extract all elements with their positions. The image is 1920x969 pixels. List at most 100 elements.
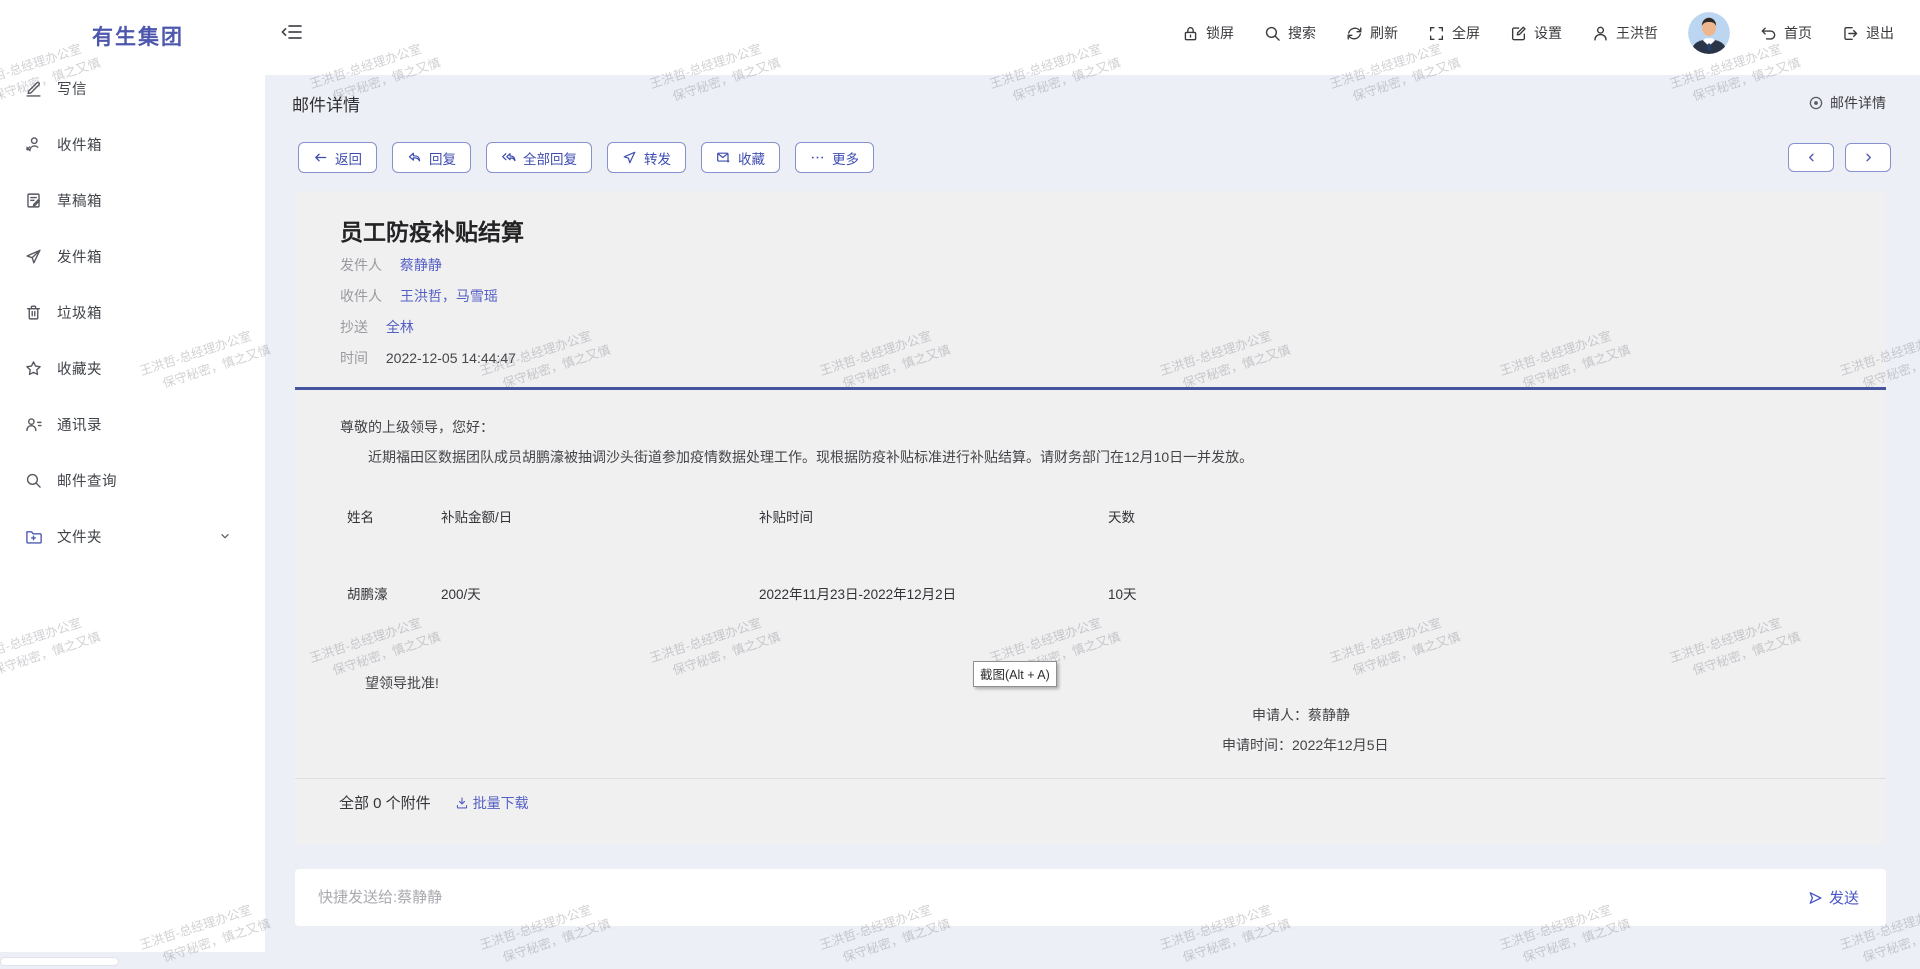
app-window: 有生集团 锁屏 搜索 [0,0,1920,969]
search-button[interactable]: 搜索 [1264,23,1316,43]
logout-label: 退出 [1866,23,1894,43]
breadcrumb: 邮件详情 [1808,93,1886,113]
current-user-name: 王洪哲 [1616,23,1658,43]
table-cell-subsidy-per-day: 200/天 [441,583,481,603]
sidebar-item-mail-search[interactable]: 邮件查询 [0,452,265,508]
fullscreen-icon [1428,25,1445,42]
settings-button[interactable]: 设置 [1510,23,1562,43]
mail-pager [1788,143,1891,172]
sidebar-item-inbox[interactable]: 收件箱 [0,116,265,172]
mail-body-paragraph: 近期福田区数据团队成员胡鹏濠被抽调沙头街道参加疫情数据处理工作。现根据防疫补贴标… [340,447,1740,467]
horizontal-scrollbar-thumb[interactable] [0,957,119,966]
search-label: 搜索 [1288,23,1316,43]
table-header-subsidy-per-day: 补贴金额/日 [441,506,512,526]
ellipsis-icon [810,150,825,165]
menu-fold-icon [280,20,304,44]
back-button[interactable]: 返回 [298,142,377,173]
settings-label: 设置 [1534,23,1562,43]
quick-send-bar: 发送 [295,869,1886,926]
reply-all-label: 全部回复 [523,148,577,168]
brand-logo: 有生集团 [92,21,184,51]
logout-button[interactable]: 退出 [1842,23,1894,43]
inbox-person-icon [25,136,42,153]
batch-download-link[interactable]: 批量下载 [455,793,529,813]
user-avatar[interactable] [1688,12,1730,54]
home-label: 首页 [1784,23,1812,43]
mail-to-row: 收件人 王洪哲，马雪瑶 [340,286,498,306]
current-user-button[interactable]: 王洪哲 [1592,23,1658,43]
mail-star-icon [716,150,731,165]
download-icon [455,796,469,810]
from-value[interactable]: 蔡静静 [400,257,442,273]
sidebar-collapse-button[interactable] [280,20,306,46]
batch-download-label: 批量下载 [473,793,529,813]
arrow-left-icon [313,150,328,165]
send-button[interactable]: 发送 [1807,887,1886,908]
forward-button[interactable]: 转发 [607,142,686,173]
sidebar-item-label: 通讯录 [57,414,102,435]
table-cell-name: 胡鹏濠 [347,583,388,603]
sidebar-item-folders[interactable]: 文件夹 [0,508,265,564]
to-label: 收件人 [340,288,382,304]
reply-button[interactable]: 回复 [392,142,471,173]
sidebar-item-compose[interactable]: 写信 [0,60,265,116]
folder-plus-icon [25,528,42,545]
table-header-days: 天数 [1108,506,1135,526]
avatar-photo [1688,12,1730,54]
attachments-summary: 全部 0 个附件 [339,792,431,813]
table-cell-subsidy-period: 2022年11月23日-2022年12月2日 [759,583,956,603]
mail-detail-card: 员工防疫补贴结算 发件人 蔡静静 收件人 王洪哲，马雪瑶 抄送 全林 时间 20… [295,191,1886,845]
home-button[interactable]: 首页 [1760,23,1812,43]
sidebar-item-label: 草稿箱 [57,190,102,211]
draft-icon [25,192,42,209]
sidebar-item-contacts[interactable]: 通讯录 [0,396,265,452]
next-mail-button[interactable] [1845,143,1891,172]
table-cell-days: 10天 [1108,583,1137,603]
attachments-divider [295,778,1886,779]
sidebar-menu: 写信 收件箱 草稿箱 发件箱 [0,60,265,564]
table-header-name: 姓名 [347,506,374,526]
to-value[interactable]: 王洪哲，马雪瑶 [400,288,498,304]
time-value: 2022-12-05 14:44:47 [386,350,516,366]
star-icon [25,360,42,377]
sidebar-item-favorites[interactable]: 收藏夹 [0,340,265,396]
apply-time-label: 申请时间： [1222,737,1292,753]
quick-send-input[interactable] [295,869,1807,926]
sidebar-item-trash[interactable]: 垃圾箱 [0,284,265,340]
reply-all-button[interactable]: 全部回复 [486,142,592,173]
search-icon [1264,25,1281,42]
lock-icon [1182,25,1199,42]
more-button[interactable]: 更多 [795,142,874,173]
location-pin-icon [1808,95,1824,111]
cc-value[interactable]: 全林 [386,319,414,335]
logout-icon [1842,25,1859,42]
apply-time-line: 申请时间：2022年12月5日 [1222,735,1389,755]
send-label: 发送 [1829,887,1859,908]
mail-from-row: 发件人 蔡静静 [340,255,442,275]
sidebar-item-sent[interactable]: 发件箱 [0,228,265,284]
pencil-icon [25,80,42,97]
apply-time-value: 2022年12月5日 [1292,737,1389,753]
mail-toolbar: 返回 回复 全部回复 转发 [298,142,874,173]
forward-label: 转发 [644,148,671,168]
refresh-button[interactable]: 刷新 [1346,23,1398,43]
from-label: 发件人 [340,257,382,273]
fullscreen-label: 全屏 [1452,23,1480,43]
attachments-row: 全部 0 个附件 批量下载 [339,792,529,813]
refresh-icon [1346,25,1363,42]
lock-screen-button[interactable]: 锁屏 [1182,23,1234,43]
previous-mail-button[interactable] [1788,143,1834,172]
more-label: 更多 [832,148,859,168]
screenshot-tooltip: 截图(Alt + A) [973,661,1057,687]
topbar-actions: 锁屏 搜索 刷新 全屏 [1182,11,1894,55]
page-title: 邮件详情 [292,91,360,116]
fullscreen-button[interactable]: 全屏 [1428,23,1480,43]
favorite-button[interactable]: 收藏 [701,142,780,173]
sidebar-item-drafts[interactable]: 草稿箱 [0,172,265,228]
mail-cc-row: 抄送 全林 [340,317,414,337]
reply-label: 回复 [429,148,456,168]
chevron-left-icon [1805,151,1818,164]
sidebar: 写信 收件箱 草稿箱 发件箱 [0,60,265,952]
reply-all-icon [501,150,516,165]
sidebar-item-label: 发件箱 [57,246,102,267]
